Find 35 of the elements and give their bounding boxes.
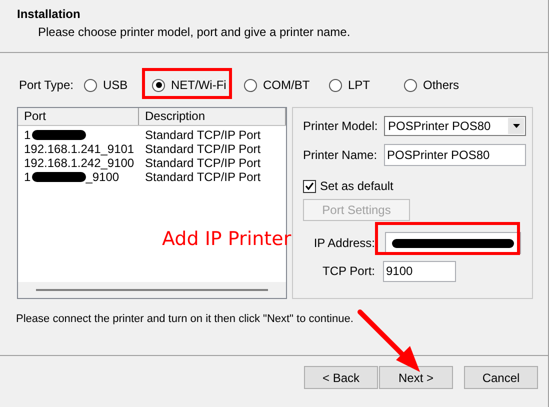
wizard-button[interactable]: Next > [379, 366, 453, 389]
horizontal-scrollbar[interactable] [18, 282, 286, 298]
checkmark-icon [305, 182, 314, 190]
tcp-port-field[interactable]: 9100 [383, 260, 456, 282]
column-header[interactable]: Port [18, 108, 139, 125]
wizard-button[interactable]: < Back [304, 366, 378, 389]
wizard-button[interactable]: Cancel [464, 366, 538, 389]
port-cell[interactable]: 1 [24, 170, 31, 184]
radio-option[interactable]: NET/Wi-Fi [152, 76, 226, 94]
model-label: Printer Model: [303, 118, 379, 135]
column-header[interactable]: Description [139, 108, 286, 125]
radio-option[interactable]: LPT [329, 76, 370, 94]
name-field[interactable]: POSPrinter POS80 [384, 144, 526, 166]
radio-option[interactable]: COM/BT [244, 76, 310, 94]
section-title: Installation [17, 6, 82, 23]
ip-label: IP Address: [312, 235, 376, 252]
description-cell[interactable]: Standard TCP/IP Port [139, 142, 261, 156]
tcp-port-label: TCP Port: [322, 263, 376, 280]
instruction-text: Please connect the printer and turn on it then click "Next" to continue. [16, 313, 354, 325]
radio-option[interactable]: Others [404, 76, 460, 94]
port-cell[interactable]: 192.168.1.241_9101 [24, 142, 134, 156]
section-subtitle: Please choose printer model, port and give a printer name. [37, 24, 352, 41]
dropdown-arrow-icon [512, 124, 520, 128]
port-cell[interactable]: 1 [24, 128, 31, 142]
port-suffix: _9100 [86, 170, 120, 184]
description-cell[interactable]: Standard TCP/IP Port [139, 128, 261, 142]
model-dropdown[interactable]: POSPrinter POS80 [384, 116, 526, 136]
description-cell[interactable]: Standard TCP/IP Port [139, 156, 261, 170]
port-cell[interactable]: 192.168.1.242_9100 [24, 156, 134, 170]
radio-option[interactable]: USB [84, 76, 128, 94]
name-label: Printer Name: [303, 147, 378, 164]
port-type-label: Port Type: [19, 77, 74, 94]
default-checkbox[interactable]: Set as default [303, 178, 394, 194]
annotation-text: Add IP Printer [162, 227, 292, 251]
description-cell[interactable]: Standard TCP/IP Port [139, 170, 261, 184]
